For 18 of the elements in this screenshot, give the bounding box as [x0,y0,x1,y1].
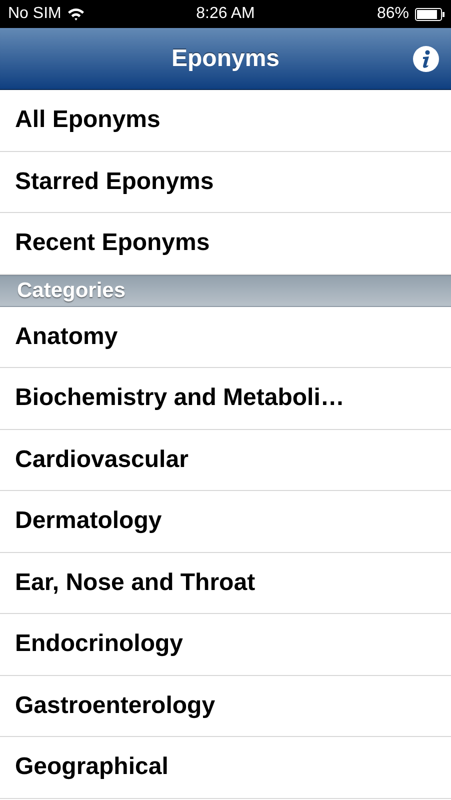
category-item[interactable]: Biochemistry and Metaboli… [0,368,451,430]
menu-item[interactable]: All Eponyms [0,90,451,152]
carrier-text: No SIM [8,5,62,23]
info-icon[interactable] [412,45,440,73]
time-text: 8:26 AM [196,5,255,23]
category-item[interactable]: Gastroenterology [0,676,451,737]
wifi-icon [67,7,86,21]
category-item[interactable]: Endocrinology [0,614,451,676]
category-item[interactable]: Dermatology [0,491,451,552]
section-header: Categories [0,274,451,306]
battery-text: 86% [376,5,409,23]
category-item[interactable]: Geographical [0,737,451,798]
battery-icon [415,8,445,20]
category-item[interactable]: Cardiovascular [0,430,451,491]
menu-item[interactable]: Starred Eponyms [0,152,451,213]
nav-title: Eponyms [171,44,280,72]
category-item[interactable]: Anatomy [0,306,451,368]
category-item[interactable]: Ear, Nose and Throat [0,552,451,614]
